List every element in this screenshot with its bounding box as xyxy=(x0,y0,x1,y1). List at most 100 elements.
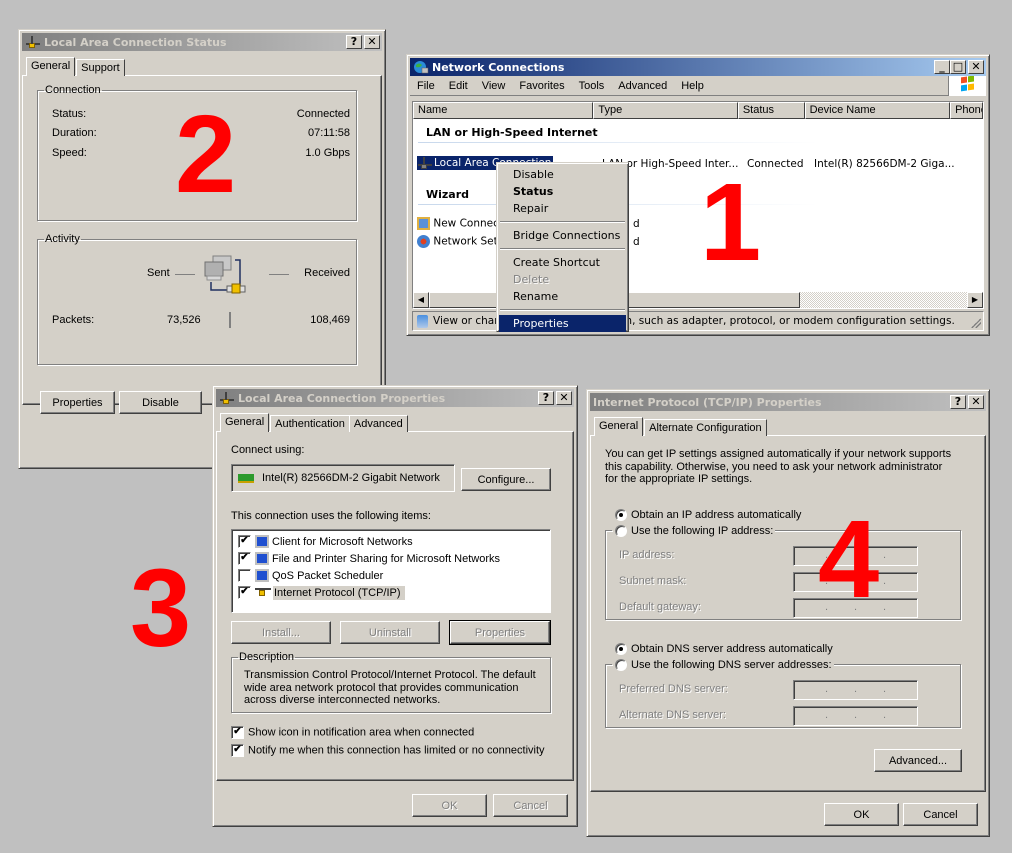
notify-checkbox[interactable]: ✔ Notify me when this connection has limi… xyxy=(231,744,545,757)
component-item[interactable]: ✔ File and Printer Sharing for Microsoft … xyxy=(232,550,550,567)
checkbox[interactable]: ✔ xyxy=(231,744,244,757)
tab-general[interactable]: General xyxy=(26,57,76,76)
component-item[interactable]: ✔ Client for Microsoft Networks xyxy=(232,533,550,550)
use-following-dns-radio[interactable]: Use the following DNS server addresses: xyxy=(613,659,834,672)
status-bar-icon xyxy=(417,314,428,328)
use-following-ip-label: Use the following IP address: xyxy=(631,525,774,537)
close-button[interactable]: ✕ xyxy=(968,60,984,74)
tcpip-titlebar[interactable]: Internet Protocol (TCP/IP) Properties ? … xyxy=(590,393,986,411)
checkbox[interactable]: ✔ xyxy=(231,726,244,739)
obtain-dns-auto-radio[interactable]: Obtain DNS server address automatically xyxy=(615,643,833,656)
column-device-name[interactable]: Device Name xyxy=(804,102,951,119)
advanced-button[interactable]: Advanced... xyxy=(874,749,962,772)
scroll-right-button[interactable]: ▶ xyxy=(967,292,983,308)
ok-button[interactable]: OK xyxy=(824,803,899,826)
preferred-dns-field[interactable]: ... xyxy=(793,680,918,700)
radio[interactable] xyxy=(615,509,627,522)
obtain-ip-auto-radio[interactable]: Obtain an IP address automatically xyxy=(615,509,801,522)
component-checkbox[interactable] xyxy=(238,569,251,582)
context-menu-item-disable[interactable]: Disable xyxy=(499,166,626,183)
tab-general[interactable]: General xyxy=(220,413,270,432)
context-menu-item-delete[interactable]: Delete xyxy=(499,271,626,288)
tab-advanced[interactable]: Advanced xyxy=(348,415,408,432)
context-menu-item-bridge-connections[interactable]: Bridge Connections xyxy=(499,227,626,244)
scroll-left-button[interactable]: ◀ xyxy=(413,292,429,308)
duration-value: 07:11:58 xyxy=(307,127,350,139)
component-checkbox[interactable]: ✔ xyxy=(238,535,251,548)
notify-label: Notify me when this connection has limit… xyxy=(248,744,545,757)
tab-support[interactable]: Support xyxy=(76,59,125,76)
components-list[interactable]: ✔ Client for Microsoft Networks ✔ File and … xyxy=(231,529,551,613)
configure-button[interactable]: Configure... xyxy=(461,468,551,491)
radio[interactable] xyxy=(615,659,627,672)
close-button[interactable]: ✕ xyxy=(364,35,380,49)
item-properties-button[interactable]: Properties xyxy=(449,620,551,645)
properties-titlebar[interactable]: Local Area Connection Properties ? ✕ xyxy=(216,389,574,407)
context-menu-item-create-shortcut[interactable]: Create Shortcut xyxy=(499,254,626,271)
lan-icon xyxy=(417,156,433,170)
menu-help[interactable]: Help xyxy=(674,80,711,92)
subnet-mask-label: Subnet mask: xyxy=(619,575,687,587)
menu-file[interactable]: File xyxy=(410,80,442,92)
status-properties-button[interactable]: Properties xyxy=(40,391,115,414)
list-item-new-connection-wizard[interactable]: New Connec xyxy=(417,217,499,230)
context-menu-item-status[interactable]: Status xyxy=(499,183,626,200)
component-checkbox[interactable]: ✔ xyxy=(238,586,251,599)
network-titlebar[interactable]: Network Connections _ □ ✕ xyxy=(410,58,986,76)
component-label: QoS Packet Scheduler xyxy=(272,569,384,582)
component-checkbox[interactable]: ✔ xyxy=(238,552,251,565)
tab-alternate-configuration[interactable]: Alternate Configuration xyxy=(644,419,767,436)
tab-authentication[interactable]: Authentication xyxy=(270,415,350,432)
uninstall-button[interactable]: Uninstall xyxy=(340,621,440,644)
annotation-3: 3 xyxy=(130,547,192,670)
close-button[interactable]: ✕ xyxy=(968,395,984,409)
maximize-button[interactable]: □ xyxy=(950,60,966,74)
status-bar-text-right: on, such as adapter, protocol, or modem … xyxy=(619,315,955,327)
show-icon-label: Show icon in notification area when conn… xyxy=(248,726,475,739)
resize-grip-icon[interactable] xyxy=(971,318,981,328)
help-button[interactable]: ? xyxy=(346,35,362,49)
help-button[interactable]: ? xyxy=(538,391,554,405)
protocol-icon xyxy=(255,587,271,598)
show-icon-checkbox[interactable]: ✔ Show icon in notification area when con… xyxy=(231,726,474,739)
column-status[interactable]: Status xyxy=(737,102,805,119)
help-button[interactable]: ? xyxy=(950,395,966,409)
close-button[interactable]: ✕ xyxy=(556,391,572,405)
column-phone[interactable]: Phone xyxy=(950,102,983,119)
item-device: Intel(R) 82566DM-2 Giga... xyxy=(814,158,955,170)
obtain-dns-auto-label: Obtain DNS server address automatically xyxy=(631,643,833,655)
context-menu: Disable Status Repair Bridge Connections Cre… xyxy=(496,162,629,332)
connection-legend: Connection xyxy=(45,84,101,96)
context-menu-item-properties[interactable]: Properties xyxy=(499,315,626,332)
component-item[interactable]: QoS Packet Scheduler xyxy=(232,567,550,584)
context-menu-item-rename[interactable]: Rename xyxy=(499,288,626,305)
install-button[interactable]: Install... xyxy=(231,621,331,644)
column-type[interactable]: Type xyxy=(593,102,738,119)
description-text: Transmission Control Protocol/Internet P… xyxy=(244,669,536,706)
menu-tools[interactable]: Tools xyxy=(572,80,612,92)
context-menu-item-repair[interactable]: Repair xyxy=(499,200,626,217)
status-titlebar[interactable]: Local Area Connection Status ? ✕ xyxy=(22,33,382,51)
alternate-dns-field[interactable]: ... xyxy=(793,706,918,726)
minimize-button[interactable]: _ xyxy=(934,60,950,74)
duration-label: Duration: xyxy=(52,127,97,139)
menu-advanced[interactable]: Advanced xyxy=(611,80,674,92)
ok-button[interactable]: OK xyxy=(412,794,487,817)
radio[interactable] xyxy=(615,525,627,538)
network-connections-window: Network Connections _ □ ✕ File Edit View… xyxy=(406,54,990,336)
column-name[interactable]: Name xyxy=(413,102,594,119)
radio[interactable] xyxy=(615,643,627,656)
component-item[interactable]: ✔ Internet Protocol (TCP/IP) xyxy=(232,584,550,601)
menu-view[interactable]: View xyxy=(475,80,513,92)
file-share-icon xyxy=(255,552,269,565)
window-title: Internet Protocol (TCP/IP) Properties xyxy=(593,395,822,409)
use-following-ip-radio[interactable]: Use the following IP address: xyxy=(613,525,776,538)
cancel-button[interactable]: Cancel xyxy=(493,794,568,817)
cancel-button[interactable]: Cancel xyxy=(903,803,978,826)
list-item-network-setup-wizard[interactable]: Network Set xyxy=(417,235,498,248)
status-disable-button[interactable]: Disable xyxy=(119,391,202,414)
menu-edit[interactable]: Edit xyxy=(442,80,475,92)
menu-favorites[interactable]: Favorites xyxy=(512,80,571,92)
tab-general[interactable]: General xyxy=(594,417,644,436)
speed-value: 1.0 Gbps xyxy=(305,147,350,159)
